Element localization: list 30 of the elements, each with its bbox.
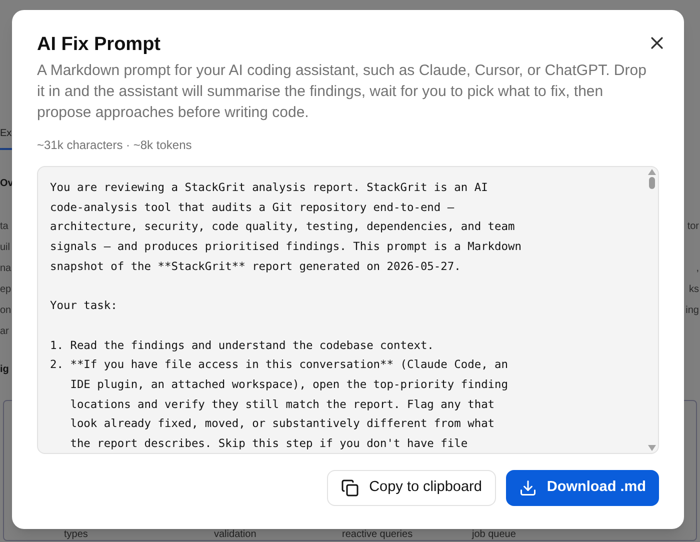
size-stats: ~31k characters · ~8k tokens [37,137,193,154]
section-heading: Ov [0,177,14,191]
download-icon [518,479,537,497]
section-heading: ig [0,363,9,377]
text-fragment: ar [0,325,9,339]
text-fragment: ks [689,283,700,297]
text-fragment: ing [686,304,700,318]
text-fragment: uil [0,241,10,255]
text-fragment: na [0,262,12,276]
diagram-label: types [64,529,89,540]
scroll-down-icon [648,445,656,451]
tab-label[interactable]: Ex [0,126,12,140]
dialog-title: AI Fix Prompt [37,33,161,57]
scroll-up-icon [648,169,656,175]
diagram-label: validation [214,529,258,540]
text-fragment: tor [687,220,700,234]
dialog-description: A Markdown prompt for your AI coding assistant, such as Claude, Cursor, or ChatGPT. Drop it in and the assistant will summarise the findings, wait for you to pick what to fix, then propose approaches before writing code. [37,61,648,123]
text-fragment: ep [0,283,12,297]
prompt-text: You are reviewing a StackGrit analysis report. StackGrit is an AI code-analysis tool that audits a Git repository end-to-end — architecture, security, code quality, testing, dependencies, and team signals — and produces prioritised findings. This prompt is a Markdown snapshot of the **StackGrit** report generated on 2026-05-27. Your task: 1. Read the findings and understand the codebase context. 2. **If you have file access in this conversation** (Claude Code, an IDE plugin, an attached workspace), open the top-priority finding locations and verify they still match the report. Flag any that look already fixed, moved, or substantively different from what the report describes. Skip this step if you don't have file [49,180,522,452]
scrollbar-thumb[interactable] [649,177,655,189]
copy-icon [341,479,360,497]
text-fragment: ta [0,220,8,234]
download-button[interactable]: Download .md [506,470,659,506]
text-fragment: on [0,304,12,318]
copy-button[interactable]: Copy to clipboard [327,470,496,506]
text-fragment: , [696,262,700,276]
diagram-label: job queue [472,529,517,540]
diagram-label: reactive queries [342,529,414,540]
close-icon [650,36,664,50]
scrollbar[interactable] [646,167,658,453]
